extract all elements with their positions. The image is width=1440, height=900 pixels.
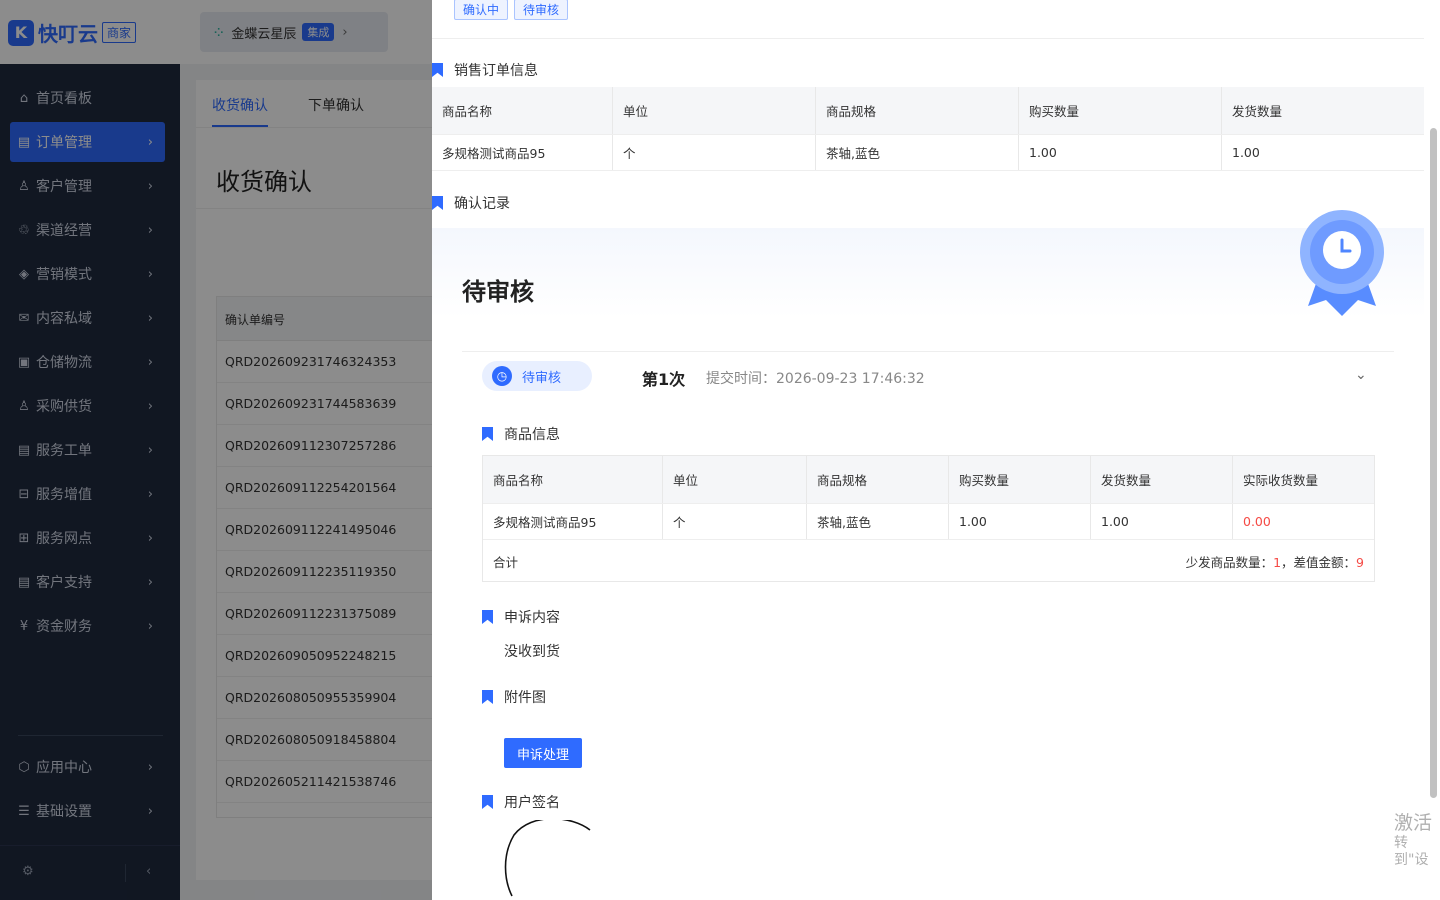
total-label: 合计 xyxy=(493,554,519,570)
table-cell: 0.00 xyxy=(1243,514,1271,529)
scrollbar[interactable] xyxy=(1428,0,1440,900)
table-header-row: 商品名称 单位 商品规格 购买数量 发货数量 实际收货数量 xyxy=(483,456,1374,504)
bookmark-icon xyxy=(432,63,443,77)
table-cell: 1.00 xyxy=(1019,135,1222,170)
bookmark-icon xyxy=(432,196,443,210)
clock-icon: ◷ xyxy=(492,366,512,386)
table-cell: 1.00 xyxy=(1232,145,1260,160)
divider xyxy=(462,351,1394,352)
section-title: 附件图 xyxy=(504,690,546,706)
section-appeal: 申诉内容 xyxy=(482,607,560,627)
record-count: 第1次 xyxy=(642,370,686,389)
column-header: 单位 xyxy=(613,87,816,134)
column-header: 商品规格 xyxy=(807,456,949,503)
submit-time: 提交时间：2026-09-23 17:46:32 xyxy=(706,371,925,387)
table-row: 多规格测试商品95 个 茶轴,蓝色 1.00 1.00 xyxy=(432,135,1424,171)
section-sales-order: 销售订单信息 xyxy=(432,60,538,80)
section-title: 用户签名 xyxy=(504,795,560,811)
diff-label: ，差值金额： xyxy=(1281,554,1357,570)
column-header: 发货数量 xyxy=(1091,456,1233,503)
column-header: 发货数量 xyxy=(1232,104,1283,119)
table-cell: 多规格测试商品95 xyxy=(432,135,613,170)
column-header: 商品名称 xyxy=(483,456,663,503)
table-cell: 个 xyxy=(663,504,807,539)
bookmark-icon xyxy=(482,690,493,704)
chevron-down-icon[interactable]: ⌄ xyxy=(1355,367,1367,383)
record-detail: ◷ 待审核 第1次 提交时间：2026-09-23 17:46:32 ⌄ 商品信… xyxy=(462,330,1394,900)
section-title: 商品信息 xyxy=(504,427,560,443)
goods-table: 商品名称 单位 商品规格 购买数量 发货数量 实际收货数量 多规格测试商品95 … xyxy=(482,455,1375,582)
short-label: 少发商品数量： xyxy=(1185,554,1274,570)
column-header: 购买数量 xyxy=(1019,87,1222,134)
section-confirm-record: 确认记录 xyxy=(432,193,510,213)
section-attachments: 附件图 xyxy=(482,687,546,707)
table-total-row: 合计 少发商品数量：1，差值金额：9 xyxy=(483,540,1374,582)
watermark-line: 激活 xyxy=(1394,812,1433,834)
detail-drawer: 确认中 待审核 销售订单信息 商品名称 单位 商品规格 购买数量 发货数量 多规… xyxy=(432,0,1440,900)
divider xyxy=(432,38,1424,39)
table-row: 多规格测试商品95 个 茶轴,蓝色 1.00 1.00 0.00 xyxy=(483,504,1374,540)
scrollbar-thumb[interactable] xyxy=(1430,128,1437,798)
table-cell: 个 xyxy=(613,135,816,170)
short-value: 1 xyxy=(1273,554,1282,570)
table-cell: 1.00 xyxy=(949,504,1091,539)
table-cell: 茶轴,蓝色 xyxy=(807,504,949,539)
table-cell: 1.00 xyxy=(1091,504,1233,539)
section-title: 销售订单信息 xyxy=(454,63,538,79)
clock-medal-icon xyxy=(1300,210,1384,316)
total-summary: 少发商品数量：1，差值金额：9 xyxy=(1186,552,1364,571)
diff-value: 9 xyxy=(1356,554,1364,570)
table-cell: 茶轴,蓝色 xyxy=(816,135,1019,170)
table-header-row: 商品名称 单位 商品规格 购买数量 发货数量 xyxy=(432,87,1424,135)
section-title: 确认记录 xyxy=(454,196,510,212)
appeal-text: 没收到货 xyxy=(504,644,560,660)
bookmark-icon xyxy=(482,427,493,441)
modal-overlay[interactable] xyxy=(0,0,432,900)
watermark-line: 转到"设 xyxy=(1394,834,1429,868)
status-pill-label: 待审核 xyxy=(522,370,562,386)
appeal-handle-button[interactable]: 申诉处理 xyxy=(504,738,582,768)
column-header: 购买数量 xyxy=(949,456,1091,503)
section-goods-info: 商品信息 xyxy=(482,424,560,444)
bookmark-icon xyxy=(482,610,493,624)
column-header: 单位 xyxy=(663,456,807,503)
signature-image xyxy=(504,820,591,897)
activation-watermark: 激活 转到"设 xyxy=(1394,812,1440,868)
status-tag: 待审核 xyxy=(514,0,569,20)
section-signature: 用户签名 xyxy=(482,792,560,812)
status-pill: ◷ 待审核 xyxy=(482,361,592,391)
record-status-title: 待审核 xyxy=(462,278,534,306)
status-tags: 确认中 待审核 xyxy=(454,0,569,20)
column-header: 商品名称 xyxy=(432,87,613,134)
column-header: 商品规格 xyxy=(816,87,1019,134)
sales-order-table: 商品名称 单位 商品规格 购买数量 发货数量 多规格测试商品95 个 茶轴,蓝色… xyxy=(432,87,1424,171)
column-header: 实际收货数量 xyxy=(1243,473,1319,488)
status-tag: 确认中 xyxy=(454,0,509,20)
table-cell: 多规格测试商品95 xyxy=(483,504,663,539)
bookmark-icon xyxy=(482,795,493,809)
section-title: 申诉内容 xyxy=(504,610,560,626)
